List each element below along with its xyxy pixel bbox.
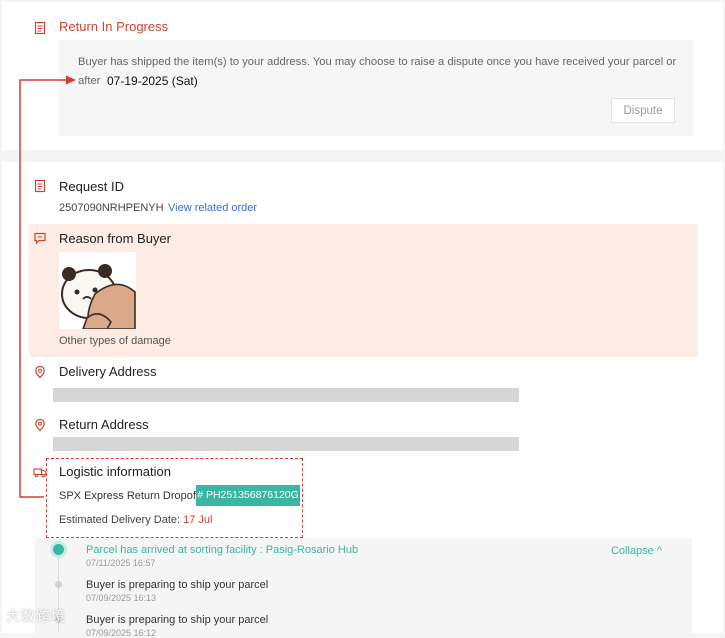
annotation-arrow (19, 75, 76, 498)
watermark-logo: 大数跨境 (6, 608, 66, 624)
